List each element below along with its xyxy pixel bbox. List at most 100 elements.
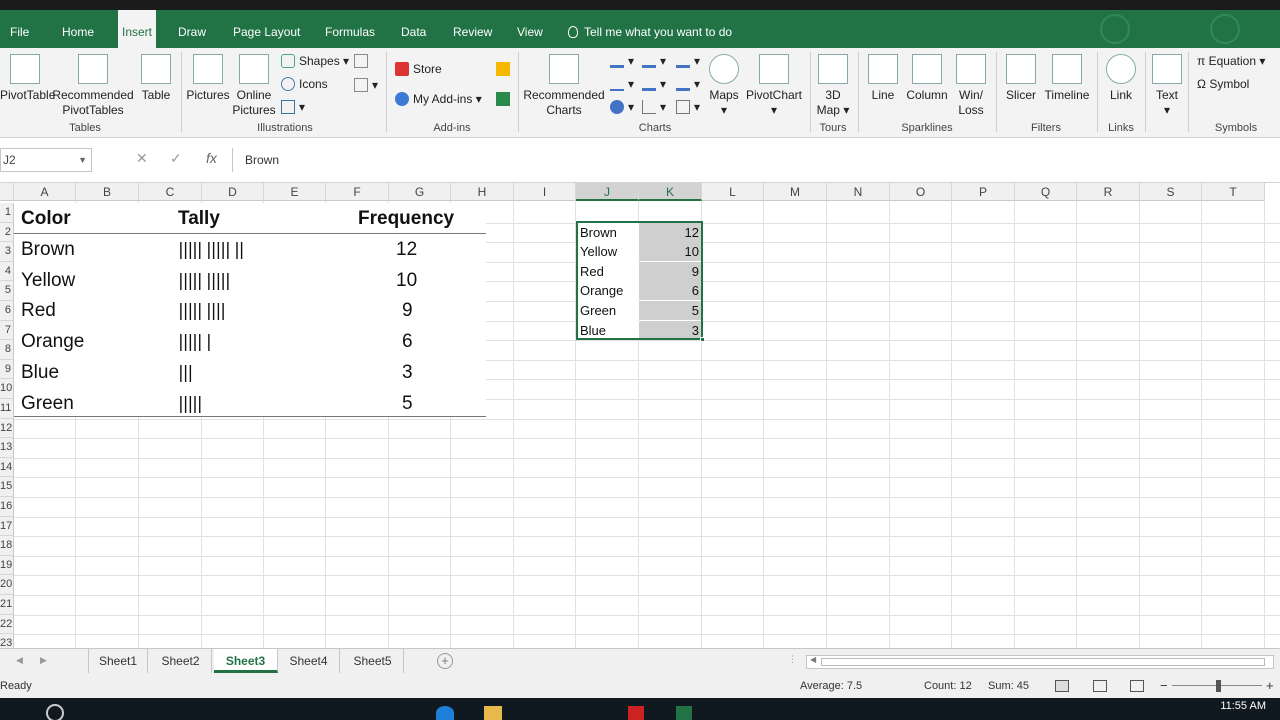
link-button[interactable]: Link [1102, 54, 1140, 103]
cell-name[interactable]: Red [577, 261, 639, 281]
3d-map-button[interactable]: 3D Map ▾ [814, 54, 852, 118]
select-all-corner[interactable] [0, 183, 14, 201]
slicer-button[interactable]: Slicer [1002, 54, 1040, 103]
equation-button[interactable]: π Equation ▾ [1197, 54, 1265, 68]
row-header[interactable]: 3 [0, 242, 14, 262]
cell-name[interactable]: Brown [577, 222, 639, 242]
excel-taskbar-icon[interactable] [676, 706, 692, 720]
row-header[interactable]: 1 [0, 203, 14, 223]
table-button[interactable]: Table [138, 54, 174, 103]
sheet-tab-sheet1[interactable]: Sheet1 [88, 649, 148, 673]
pictures-button[interactable]: Pictures [186, 54, 230, 103]
bing-maps-button[interactable] [496, 62, 514, 76]
pivotchart-button[interactable]: PivotChart ▾ [744, 54, 804, 118]
split-handle-icon[interactable]: ⋮ [788, 654, 797, 665]
cell-name[interactable]: Green [577, 301, 639, 320]
cell-value[interactable]: 12 [639, 222, 702, 242]
scrollbar-thumb[interactable] [821, 658, 1265, 666]
column-header-e[interactable]: E [264, 183, 326, 201]
text-button[interactable]: Text ▾ [1150, 54, 1184, 118]
combo-chart-button[interactable]: ▾ [676, 77, 700, 91]
scatter-chart-button[interactable]: ▾ [642, 100, 666, 114]
line-chart-button[interactable]: ▾ [610, 77, 634, 91]
statistic-chart-button[interactable]: ▾ [642, 77, 666, 91]
column-header-f[interactable]: F [326, 183, 389, 201]
tab-formulas[interactable]: Formulas [321, 10, 379, 48]
tab-insert[interactable]: Insert [118, 10, 157, 50]
zoom-in-icon[interactable]: + [1266, 674, 1274, 698]
sparkline-winloss-button[interactable]: Win/Loss [954, 54, 988, 118]
cell-value[interactable]: 10 [639, 242, 702, 262]
tab-home[interactable]: Home [58, 10, 98, 48]
store-button[interactable]: Store [395, 62, 442, 76]
cell-value[interactable]: 3 [639, 320, 702, 340]
row-header[interactable]: 12 [0, 418, 14, 439]
formula-input[interactable]: Brown [232, 148, 1280, 172]
column-header-s[interactable]: S [1140, 183, 1202, 201]
tab-review[interactable]: Review [449, 10, 496, 48]
page-layout-view-icon[interactable] [1093, 680, 1107, 692]
column-header-h[interactable]: H [451, 183, 514, 201]
tab-view[interactable]: View [513, 10, 547, 48]
enter-icon[interactable]: ✓ [170, 150, 182, 167]
column-header-j[interactable]: J [576, 183, 639, 201]
row-header[interactable]: 17 [0, 516, 14, 537]
column-header-q[interactable]: Q [1015, 183, 1077, 201]
column-header-k[interactable]: K [639, 183, 702, 201]
cell-name[interactable]: Blue [577, 320, 639, 340]
row-header[interactable]: 4 [0, 261, 14, 282]
search-icon[interactable] [46, 704, 64, 720]
row-header[interactable]: 21 [0, 595, 14, 615]
sheet-tab-sheet5[interactable]: Sheet5 [342, 649, 404, 673]
row-header[interactable]: 19 [0, 555, 14, 576]
row-header[interactable]: 23 [0, 634, 14, 648]
tally-table-picture[interactable]: Color Tally Frequency Brown ||||| ||||| … [14, 203, 486, 417]
hierarchy-chart-button[interactable]: ▾ [642, 54, 666, 68]
online-pictures-button[interactable]: Online Pictures [232, 54, 276, 118]
row-header[interactable]: 18 [0, 536, 14, 556]
fx-icon[interactable]: fx [206, 150, 217, 166]
row-header[interactable]: 8 [0, 340, 14, 360]
folder-icon[interactable] [484, 706, 502, 720]
row-header[interactable]: 15 [0, 477, 14, 497]
row-header[interactable]: 13 [0, 438, 14, 458]
3d-models-button[interactable]: ▾ [281, 100, 305, 114]
smartart-button[interactable]: ▾ [354, 78, 378, 92]
pie-chart-button[interactable]: ▾ [610, 100, 634, 114]
column-header-d[interactable]: D [202, 183, 264, 201]
column-header-n[interactable]: N [827, 183, 890, 201]
sheet-tab-sheet3[interactable]: Sheet3 [214, 649, 278, 673]
tab-draw[interactable]: Draw [174, 10, 210, 48]
column-header-p[interactable]: P [952, 183, 1015, 201]
row-header[interactable]: 6 [0, 301, 14, 321]
app-icon[interactable] [628, 706, 644, 720]
zoom-out-icon[interactable]: − [1160, 674, 1168, 698]
column-header-b[interactable]: B [76, 183, 139, 201]
shapes-button[interactable]: Shapes ▾ [281, 54, 349, 68]
cell-value[interactable]: 6 [639, 281, 702, 301]
timeline-button[interactable]: Timeline [1042, 54, 1092, 103]
radar-chart-button[interactable]: ▾ [676, 100, 700, 114]
row-header[interactable]: 16 [0, 497, 14, 517]
row-header[interactable]: 2 [0, 222, 14, 243]
sheet-tab-sheet2[interactable]: Sheet2 [150, 649, 212, 673]
row-header[interactable]: 11 [0, 399, 14, 419]
add-sheet-icon[interactable]: + [437, 653, 453, 669]
sparkline-line-button[interactable]: Line [866, 54, 900, 103]
pivottable-button[interactable]: PivotTable [0, 54, 55, 103]
horizontal-scrollbar[interactable]: ◀ [806, 655, 1274, 669]
tab-file[interactable]: File [6, 10, 33, 48]
row-header[interactable]: 9 [0, 359, 14, 380]
zoom-slider-knob[interactable] [1216, 680, 1221, 692]
column-header-t[interactable]: T [1202, 183, 1265, 201]
prev-sheet-icon[interactable]: ◀ [16, 655, 23, 666]
cell-name[interactable]: Orange [577, 281, 639, 301]
cell-value[interactable]: 9 [639, 261, 702, 281]
column-header-m[interactable]: M [764, 183, 827, 201]
row-header[interactable]: 10 [0, 379, 14, 399]
people-graph-button[interactable] [496, 92, 514, 106]
row-header[interactable]: 5 [0, 281, 14, 301]
spreadsheet-grid[interactable]: ABCDEFGHIJKLMNOPQRST 1 2 3 4 5 6 7 8 9 10 11 12 13 14… [0, 183, 1280, 648]
fill-handle[interactable] [700, 337, 705, 342]
column-header-c[interactable]: C [139, 183, 202, 201]
